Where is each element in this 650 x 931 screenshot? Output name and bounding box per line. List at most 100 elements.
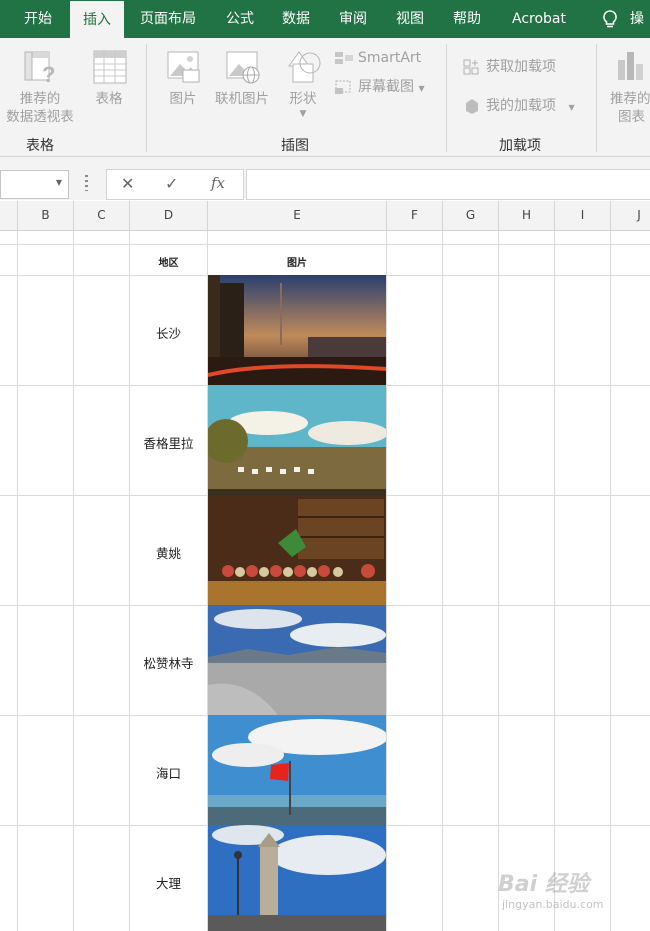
ribbon-panel: ? 推荐的 数据透视表 表格 表格 图片 联机图片 形状 ▼ SmartArt … — [0, 38, 650, 157]
region-cell[interactable]: 香格里拉 — [130, 433, 207, 452]
recommended-charts-label-1: 推荐的 — [610, 91, 650, 107]
tell-me-search[interactable]: 操 — [630, 0, 650, 38]
picture-icon — [167, 51, 200, 83]
tab-acrobat[interactable]: Acrobat — [500, 0, 578, 38]
screenshot-button[interactable]: 屏幕截图 ▼ — [334, 77, 425, 99]
store-icon — [463, 59, 479, 75]
formula-bar: ▼ ✕ ✓ fx — [0, 157, 650, 200]
column-header-j[interactable]: J — [611, 201, 650, 230]
grid-line — [610, 231, 611, 931]
grid-line — [17, 231, 18, 931]
my-addins-button[interactable]: 我的加载项 ▼ — [462, 96, 575, 118]
column-header-i[interactable]: I — [555, 201, 611, 230]
online-pictures-label: 联机图片 — [215, 91, 269, 107]
tables-group-label: 表格 — [26, 138, 54, 154]
screenshot-dropdown-icon: ▼ — [418, 84, 425, 93]
grid-line — [498, 231, 499, 931]
tab-formulas[interactable]: 公式 — [214, 0, 266, 38]
online-picture-icon — [226, 51, 260, 84]
pivot-table-icon: ? — [24, 51, 55, 86]
name-box-dropdown-icon[interactable]: ▼ — [56, 178, 62, 187]
get-addins-label: 获取加载项 — [486, 59, 556, 75]
photo-grassland-sheep[interactable] — [208, 385, 386, 495]
recommended-chart-icon — [618, 52, 643, 80]
shapes-label: 形状 — [289, 91, 317, 107]
row-header-corner[interactable] — [0, 201, 18, 230]
recommended-charts-button[interactable]: 推荐的 图表 — [604, 48, 650, 126]
header-cell-image[interactable]: 图片 — [208, 254, 386, 269]
header-cell-region[interactable]: 地区 — [130, 254, 207, 269]
smartart-button[interactable]: SmartArt — [334, 48, 421, 68]
watermark-brand: Bai 经验 — [498, 872, 589, 897]
screenshot-icon — [335, 80, 351, 94]
shapes-icon — [288, 51, 321, 83]
addins-group-label: 加载项 — [499, 138, 541, 154]
photo-frosty-plain[interactable] — [208, 605, 386, 715]
photo-street-lamp-gate[interactable] — [208, 825, 386, 931]
region-cell[interactable]: 长沙 — [130, 323, 207, 342]
formula-input[interactable] — [246, 169, 650, 200]
tab-insert[interactable]: 插入 — [70, 1, 124, 38]
tab-home[interactable]: 开始 — [8, 0, 68, 38]
formula-buttons: ✕ ✓ fx — [106, 169, 244, 200]
lightbulb-icon[interactable] — [600, 9, 620, 29]
name-box[interactable]: ▼ — [0, 170, 69, 199]
enter-icon[interactable]: ✓ — [165, 174, 178, 193]
my-addins-icon — [466, 99, 478, 114]
table-button[interactable]: 表格 — [86, 48, 132, 108]
tab-review[interactable]: 审阅 — [327, 0, 379, 38]
formula-bar-grip-icon — [85, 175, 88, 191]
column-header-g[interactable]: G — [443, 201, 499, 230]
grid-line — [0, 244, 650, 245]
pictures-button[interactable]: 图片 — [160, 48, 206, 108]
grid-line — [386, 231, 387, 931]
group-separator — [446, 44, 447, 152]
online-pictures-button[interactable]: 联机图片 — [210, 48, 274, 108]
region-cell[interactable]: 海口 — [130, 763, 207, 782]
column-header-e[interactable]: E — [208, 201, 387, 230]
watermark-url: jingyan.baidu.com — [502, 898, 604, 911]
my-addins-label: 我的加载项 — [486, 98, 556, 114]
my-addins-dropdown-icon: ▼ — [568, 103, 575, 112]
column-header-c[interactable]: C — [74, 201, 130, 230]
grid-line — [73, 231, 74, 931]
ribbon-tab-bar: 开始 插入 页面布局 公式 数据 审阅 视图 帮助 Acrobat 操 — [0, 0, 650, 38]
tab-help[interactable]: 帮助 — [441, 0, 493, 38]
photo-flag-seaside[interactable] — [208, 715, 386, 825]
column-header-row: B C D E F G H I J — [0, 201, 650, 231]
region-cell[interactable]: 大理 — [130, 873, 207, 892]
grid-line — [554, 231, 555, 931]
column-header-f[interactable]: F — [387, 201, 443, 230]
photo-shop-shelf-pottery[interactable] — [208, 495, 386, 605]
column-header-d[interactable]: D — [130, 201, 208, 230]
recommended-pivot-label-2: 数据透视表 — [6, 109, 74, 125]
column-header-h[interactable]: H — [499, 201, 555, 230]
group-separator — [146, 44, 147, 152]
screenshot-label: 屏幕截图 — [358, 79, 414, 95]
smartart-label: SmartArt — [358, 50, 422, 66]
get-addins-button[interactable]: 获取加载项 — [462, 57, 556, 77]
recommended-pivot-button[interactable]: ? 推荐的 数据透视表 — [0, 48, 80, 126]
worksheet-grid[interactable]: 地区 图片 长沙 香格里拉 黄姚 松赞林寺 海口 大理 — [0, 231, 650, 931]
region-cell[interactable]: 松赞林寺 — [130, 653, 207, 672]
cancel-icon[interactable]: ✕ — [121, 174, 134, 193]
svg-text:?: ? — [42, 62, 55, 86]
shapes-dropdown-icon: ▼ — [299, 109, 307, 119]
tab-data[interactable]: 数据 — [270, 0, 322, 38]
table-label: 表格 — [95, 91, 123, 107]
smartart-icon — [335, 52, 353, 64]
grid-line — [442, 231, 443, 931]
tab-page-layout[interactable]: 页面布局 — [128, 0, 208, 38]
group-separator — [596, 44, 597, 152]
illustrations-group-label: 插图 — [281, 138, 309, 154]
recommended-pivot-label-1: 推荐的 — [19, 91, 61, 107]
photo-city-night-skyline[interactable] — [208, 275, 386, 385]
column-header-b[interactable]: B — [18, 201, 74, 230]
region-cell[interactable]: 黄姚 — [130, 543, 207, 562]
tab-view[interactable]: 视图 — [384, 0, 436, 38]
baidu-jingyan-watermark: Bai 经验 jingyan.baidu.com — [498, 866, 604, 911]
recommended-charts-label-2: 图表 — [618, 109, 645, 125]
insert-function-icon[interactable]: fx — [211, 174, 225, 192]
shapes-button[interactable]: 形状 ▼ — [280, 48, 326, 120]
table-icon — [93, 50, 127, 84]
